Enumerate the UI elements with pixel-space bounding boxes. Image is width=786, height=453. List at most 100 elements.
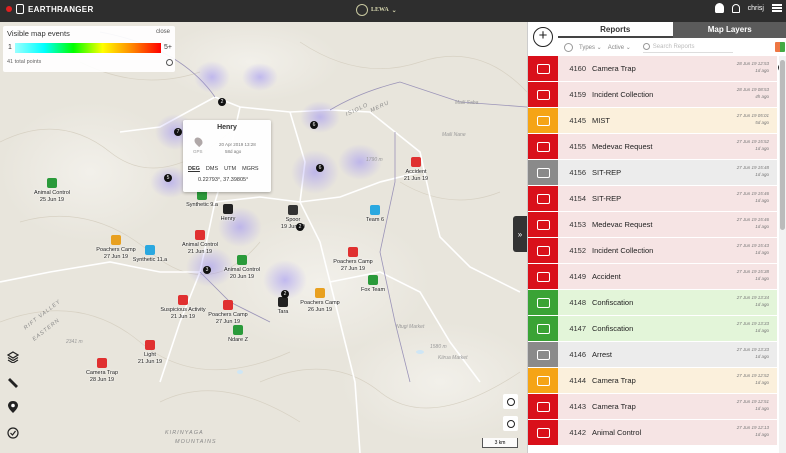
- format-utm[interactable]: UTM: [224, 166, 236, 172]
- active-filter[interactable]: Active ⌄: [608, 44, 631, 51]
- org-logo[interactable]: LEWA ⌄: [356, 4, 397, 16]
- cluster-badge[interactable]: 5: [164, 174, 172, 182]
- cluster-badge[interactable]: 2: [296, 223, 304, 231]
- report-date: 28 Jun 19 08:53 4h ago: [736, 87, 769, 99]
- notifications-bell-icon[interactable]: [714, 3, 724, 13]
- map-marker-label[interactable]: Animal Control 20 Jun 19: [224, 267, 260, 281]
- report-row[interactable]: 4143 Camera Trap 27 Jun 19 12:51 1d ago: [528, 394, 777, 420]
- map-marker-label[interactable]: Synthetic 11.a: [133, 257, 167, 264]
- report-type-icon: [528, 108, 558, 133]
- map-marker-icon[interactable]: [315, 288, 325, 298]
- marker-title: Fox Team: [360, 287, 386, 293]
- map-marker-label[interactable]: Tara: [278, 309, 289, 316]
- subject-popup[interactable]: Henry 20 Apr 2019 13:28 GPS 58d ago DEG …: [183, 120, 271, 192]
- map-marker-icon[interactable]: [178, 295, 188, 305]
- report-row[interactable]: 4154 SIT-REP 27 Jun 19 15:46 1d ago: [528, 186, 777, 212]
- map-marker-label[interactable]: Synthetic 9.a: [186, 202, 218, 209]
- report-glyph-icon: [536, 349, 550, 360]
- report-row[interactable]: 4142 Animal Control 27 Jun 19 12:13 1d ag…: [528, 420, 777, 446]
- report-row[interactable]: 4155 Medevac Request 27 Jun 19 15:52 1d a…: [528, 134, 777, 160]
- map-marker-label[interactable]: Light 21 Jun 19: [138, 352, 162, 366]
- cluster-badge[interactable]: 3: [203, 266, 211, 274]
- clock-icon[interactable]: [564, 42, 573, 52]
- report-types-grid-icon[interactable]: [775, 42, 785, 52]
- format-deg[interactable]: DEG: [188, 166, 200, 172]
- map-marker-label[interactable]: Fox Team: [361, 287, 385, 294]
- location-button[interactable]: [6, 400, 20, 414]
- marker-title: Poachers Camp: [333, 259, 373, 265]
- popup-coordinates: 0.22793°, 37.39805°: [198, 177, 249, 183]
- report-list-scrollbar[interactable]: [779, 56, 786, 453]
- menu-icon[interactable]: [772, 4, 782, 12]
- map-marker-label[interactable]: Accident 21 Jun 19: [404, 169, 428, 183]
- report-row[interactable]: 4156 SIT-REP 27 Jun 19 15:48 1d ago: [528, 160, 777, 186]
- report-row[interactable]: 4147 Confiscation 27 Jun 19 13:33 1d ago: [528, 316, 777, 342]
- map-marker-label[interactable]: Animal Control 21 Jun 19: [182, 242, 218, 256]
- zoom-out-button[interactable]: [503, 416, 518, 431]
- add-report-button[interactable]: +: [533, 27, 553, 47]
- cluster-badge[interactable]: 6: [310, 121, 318, 129]
- map-marker-icon[interactable]: [145, 245, 155, 255]
- place-label: Maili Saba: [455, 100, 479, 106]
- map-marker-icon[interactable]: [411, 157, 421, 167]
- report-row[interactable]: 4152 Incident Collection 27 Jun 19 15:43…: [528, 238, 777, 264]
- map-marker-label[interactable]: Poachers Camp 26 Jun 19: [300, 300, 339, 314]
- map-marker-label[interactable]: Ndare Z: [228, 337, 248, 344]
- cluster-badge[interactable]: 7: [174, 128, 182, 136]
- scrollbar-thumb[interactable]: [780, 60, 785, 230]
- map-marker-label[interactable]: Poachers Camp 27 Jun 19: [96, 247, 135, 261]
- map-marker-icon[interactable]: [348, 247, 358, 257]
- report-glyph-icon: [536, 167, 550, 178]
- map-view[interactable]: Visible map events close 1 5+ 41 total p…: [0, 22, 527, 453]
- layers-button[interactable]: [6, 350, 20, 364]
- map-marker-label[interactable]: Poachers Camp 27 Jun 19: [333, 259, 372, 273]
- app-logo[interactable]: EARTHRANGER: [6, 4, 94, 14]
- report-row[interactable]: 4160 Camera Trap 28 Jun 19 12:53 1d ago: [528, 56, 785, 82]
- map-marker-icon[interactable]: [145, 340, 155, 350]
- map-marker-label[interactable]: Henry: [221, 216, 236, 223]
- map-marker-icon[interactable]: [47, 178, 57, 188]
- map-marker-icon[interactable]: [237, 255, 247, 265]
- types-filter[interactable]: Types ⌄: [579, 44, 602, 51]
- map-marker-icon[interactable]: [278, 297, 288, 307]
- report-type-icon: [528, 186, 558, 211]
- map-marker-icon[interactable]: [111, 235, 121, 245]
- map-marker-icon[interactable]: [370, 205, 380, 215]
- gear-icon[interactable]: [166, 59, 173, 66]
- report-row[interactable]: 4146 Arrest 27 Jun 19 13:33 1d ago: [528, 342, 777, 368]
- cluster-badge[interactable]: 2: [218, 98, 226, 106]
- map-marker-icon[interactable]: [288, 205, 298, 215]
- format-dms[interactable]: DMS: [206, 166, 218, 172]
- format-mgrs[interactable]: MGRS: [242, 166, 259, 172]
- map-marker-icon[interactable]: [195, 230, 205, 240]
- expand-panel-button[interactable]: »: [513, 216, 527, 252]
- map-marker-label[interactable]: Animal Control 25 Jun 19: [34, 190, 70, 204]
- user-name[interactable]: chrisj: [748, 5, 764, 12]
- report-row[interactable]: 4153 Medevac Request 27 Jun 19 15:46 1d a…: [528, 212, 777, 238]
- map-marker-icon[interactable]: [368, 275, 378, 285]
- map-marker-icon[interactable]: [223, 204, 233, 214]
- legend-close-button[interactable]: close: [156, 29, 170, 35]
- map-marker-label[interactable]: Team 6: [366, 217, 384, 224]
- timeslider-button[interactable]: [6, 426, 20, 440]
- map-marker-icon[interactable]: [233, 325, 243, 335]
- user-icon[interactable]: [731, 3, 740, 13]
- report-row[interactable]: 4145 MIST 27 Jun 19 05:01 5d ago: [528, 108, 777, 134]
- marker-title: Suspicious Activity: [160, 307, 206, 313]
- map-marker-icon[interactable]: [223, 300, 233, 310]
- map-marker-label[interactable]: Poachers Camp 27 Jun 19: [208, 312, 247, 326]
- map-marker-icon[interactable]: [97, 358, 107, 368]
- cluster-badge[interactable]: 6: [316, 164, 324, 172]
- report-row[interactable]: 4149 Accident 27 Jun 19 15:38 1d ago: [528, 264, 777, 290]
- tab-map-layers[interactable]: Map Layers: [672, 22, 786, 38]
- tab-reports[interactable]: Reports: [558, 22, 673, 38]
- ruler-button[interactable]: [6, 376, 20, 390]
- report-row[interactable]: 4148 Confiscation 27 Jun 19 13:34 1d ago: [528, 290, 777, 316]
- map-marker-label[interactable]: Camera Trap 28 Jun 19: [86, 370, 118, 384]
- report-row[interactable]: 4159 Incident Collection 28 Jun 19 08:53…: [528, 82, 777, 108]
- cluster-badge[interactable]: 2: [281, 290, 289, 298]
- search-input[interactable]: Search Reports: [642, 42, 733, 53]
- zoom-in-button[interactable]: [503, 394, 518, 409]
- map-marker-label[interactable]: Suspicious Activity 21 Jun 19: [160, 307, 205, 321]
- report-row[interactable]: 4144 Camera Trap 27 Jun 19 12:52 1d ago: [528, 368, 777, 394]
